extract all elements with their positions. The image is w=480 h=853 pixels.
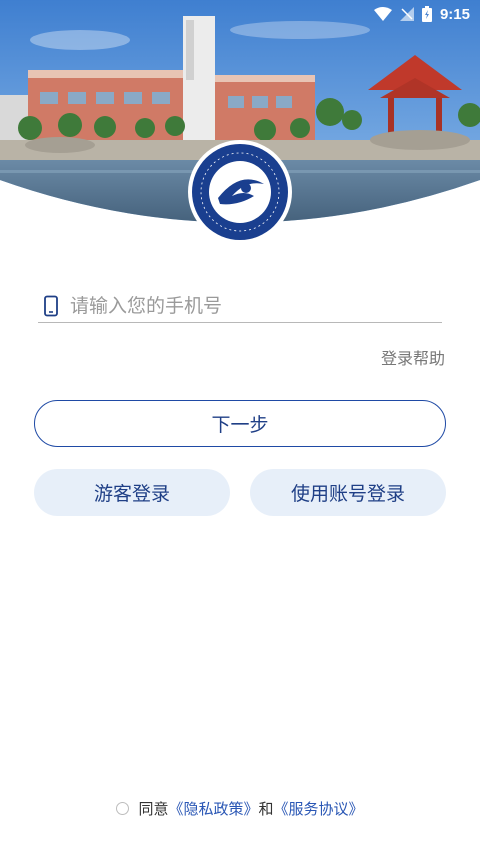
account-login-button[interactable]: 使用账号登录	[250, 469, 446, 516]
agree-conjunction: 和	[258, 800, 274, 818]
phone-icon	[44, 295, 58, 317]
college-logo	[188, 140, 292, 244]
guest-login-button[interactable]: 游客登录	[34, 469, 230, 516]
status-time: 9:15	[439, 5, 470, 23]
phone-field-row	[38, 290, 442, 323]
service-agreement-link[interactable]: 《服务协议》	[274, 798, 364, 819]
agree-prefix: 同意	[138, 800, 169, 818]
agreement-row: 同意 《隐私政策》 和 《服务协议》	[0, 798, 480, 819]
wifi-icon	[373, 7, 392, 21]
next-step-button[interactable]: 下一步	[34, 400, 446, 447]
status-bar: 9:15	[0, 0, 480, 28]
privacy-policy-link[interactable]: 《隐私政策》	[168, 798, 258, 819]
login-help-link[interactable]: 登录帮助	[381, 345, 445, 369]
signal-icon	[399, 7, 414, 21]
battery-icon	[421, 6, 432, 22]
agree-radio[interactable]	[116, 802, 130, 815]
phone-input[interactable]	[70, 295, 442, 317]
